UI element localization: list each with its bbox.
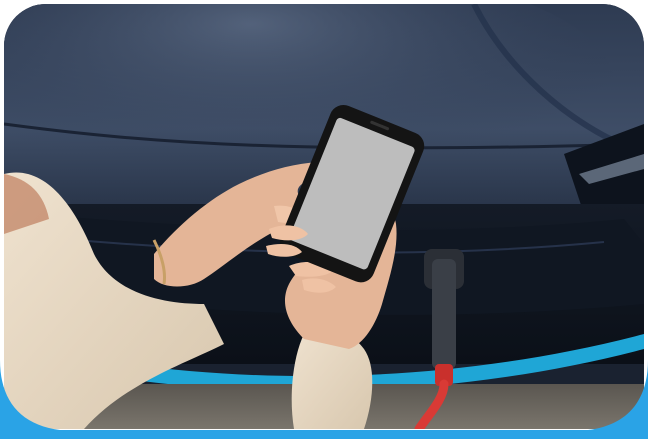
charging-plug [432, 259, 456, 369]
image-frame [0, 0, 648, 439]
photo-illustration [4, 4, 644, 429]
photo [4, 4, 644, 429]
